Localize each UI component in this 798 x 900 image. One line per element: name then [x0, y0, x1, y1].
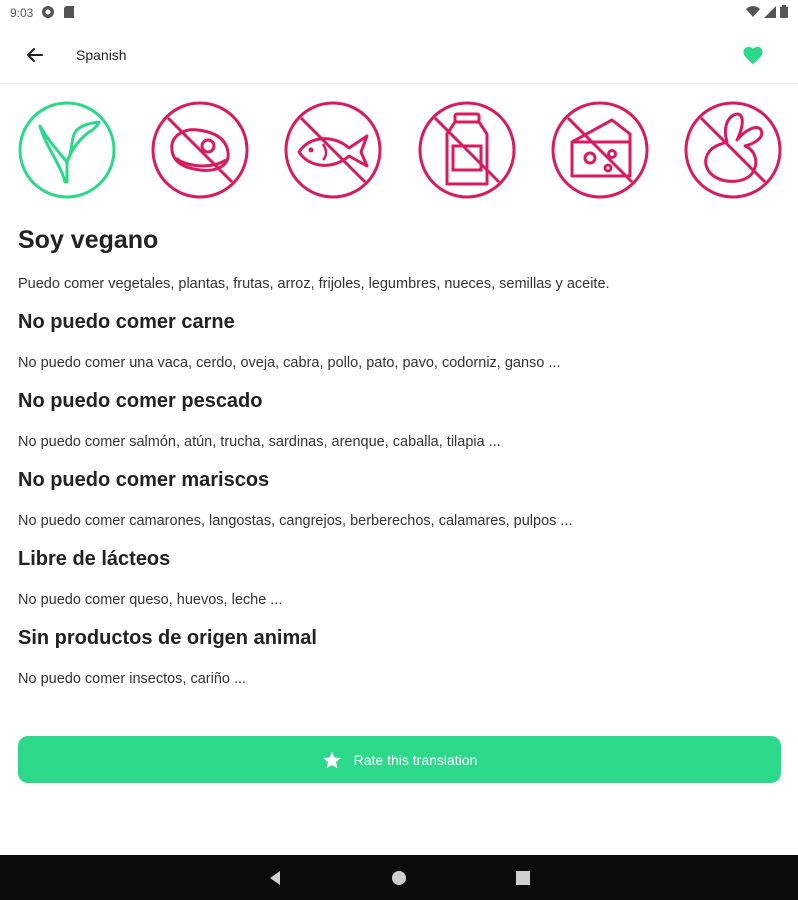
section-description: No puedo comer insectos, cariño ...: [18, 671, 247, 687]
section-fish: No puedo comer pescado No puedo comer sa…: [18, 387, 780, 452]
favorite-button[interactable]: [738, 40, 768, 70]
section-title: No puedo comer pescado: [18, 390, 263, 412]
wifi-icon: [746, 5, 760, 21]
section-description: No puedo comer salmón, atún, trucha, sar…: [18, 434, 501, 450]
diet-icons-row: [17, 100, 783, 204]
sync-icon: [41, 5, 55, 22]
section-description: No puedo comer camarones, langostas, can…: [18, 513, 573, 529]
system-nav-bar: [0, 855, 798, 900]
vegan-sprout-icon[interactable]: [17, 100, 117, 200]
no-fish-icon[interactable]: [283, 100, 383, 200]
status-time: 9:03: [10, 6, 34, 20]
section-title: No puedo comer carne: [18, 311, 235, 333]
circle-home-icon: [392, 870, 406, 885]
signal-icon: [764, 5, 776, 21]
content-area: Soy vegano Puedo comer vegetales, planta…: [18, 222, 780, 689]
nav-home-button[interactable]: [379, 858, 419, 898]
triangle-back-icon: [270, 870, 280, 885]
sd-card-icon: [63, 5, 75, 22]
status-bar: 9:03: [0, 0, 798, 26]
page-title: Spanish: [76, 46, 127, 63]
status-left: 9:03: [10, 5, 75, 22]
no-meat-icon[interactable]: [150, 100, 250, 200]
section-title: Sin productos de origen animal: [18, 627, 317, 649]
rate-translation-button[interactable]: Rate this translation: [18, 736, 781, 783]
section-seafood: No puedo comer mariscos No puedo comer c…: [18, 466, 780, 531]
app-bar: Spanish: [0, 26, 798, 84]
section-title: Libre de lácteos: [18, 548, 171, 570]
battery-icon: [780, 5, 788, 21]
main-description: Puedo comer vegetales, plantas, frutas, …: [18, 276, 610, 292]
nav-back-button[interactable]: [255, 858, 295, 898]
no-milk-icon[interactable]: [417, 100, 517, 200]
no-rabbit-icon[interactable]: [683, 100, 783, 200]
arrow-back-icon: [27, 47, 43, 62]
no-cheese-icon[interactable]: [550, 100, 650, 200]
section-title: No puedo comer mariscos: [18, 469, 270, 491]
section-animal-products: Sin productos de origen animal No puedo …: [18, 624, 780, 689]
square-recents-icon: [516, 870, 530, 885]
section-meat: No puedo comer carne No puedo comer una …: [18, 308, 780, 373]
back-button[interactable]: [20, 40, 50, 70]
section-description: No puedo comer una vaca, cerdo, oveja, c…: [18, 355, 561, 371]
main-title: Soy vegano: [18, 226, 159, 254]
heart-icon: [743, 46, 763, 65]
section-description: No puedo comer queso, huevos, leche ...: [18, 592, 283, 608]
star-icon: [322, 751, 341, 768]
status-right: [746, 5, 788, 21]
section-dairy: Libre de lácteos No puedo comer queso, h…: [18, 545, 780, 610]
nav-recents-button[interactable]: [503, 858, 543, 898]
rate-button-label: Rate this translation: [353, 751, 478, 768]
